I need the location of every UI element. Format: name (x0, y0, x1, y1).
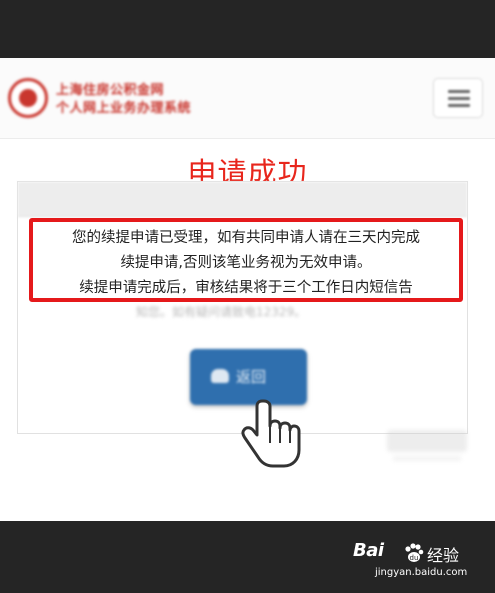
svg-text:du: du (410, 554, 419, 562)
hamburger-icon-bar (448, 104, 470, 107)
menu-button[interactable] (433, 78, 483, 118)
card-faded-text: 知您。如有疑问请致电12329。 (136, 305, 307, 319)
logo-subtitle: 个人网上业务办理系统 (56, 101, 192, 116)
notice-box: 您的续提申请已受理，如有共同申请人请在三天内完成 续提申请,否则该笔业务视为无效… (29, 218, 463, 302)
site-header: 上海住房公积金网 个人网上业务办理系统 (0, 58, 495, 139)
return-button-label: 返回 (236, 368, 267, 386)
hamburger-icon-bar (448, 97, 470, 100)
notice-line-1: 您的续提申请已受理，如有共同申请人请在三天内完成 (72, 230, 420, 246)
card-header (18, 182, 467, 217)
baidu-jingyan-watermark: Bai du 经验 jingyan.baidu.com (353, 540, 483, 584)
faint-watermark (387, 430, 467, 461)
hamburger-icon (448, 90, 470, 93)
logo-title: 上海住房公积金网 (56, 83, 165, 98)
baidu-paw-icon: du (405, 543, 424, 562)
top-black-bar (0, 0, 495, 58)
home-icon (211, 369, 229, 383)
watermark-bai-text: Bai (353, 540, 384, 561)
hand-pointer-icon (241, 399, 301, 468)
logo-emblem-icon (8, 78, 48, 118)
notice-line-2: 续提申请,否则该笔业务视为无效申请。 (120, 255, 372, 271)
watermark-url: jingyan.baidu.com (375, 567, 468, 578)
watermark-jingyan-text: 经验 (427, 546, 460, 565)
notice-line-3: 续提申请完成后，审核结果将于三个工作日内短信告 (79, 280, 413, 296)
